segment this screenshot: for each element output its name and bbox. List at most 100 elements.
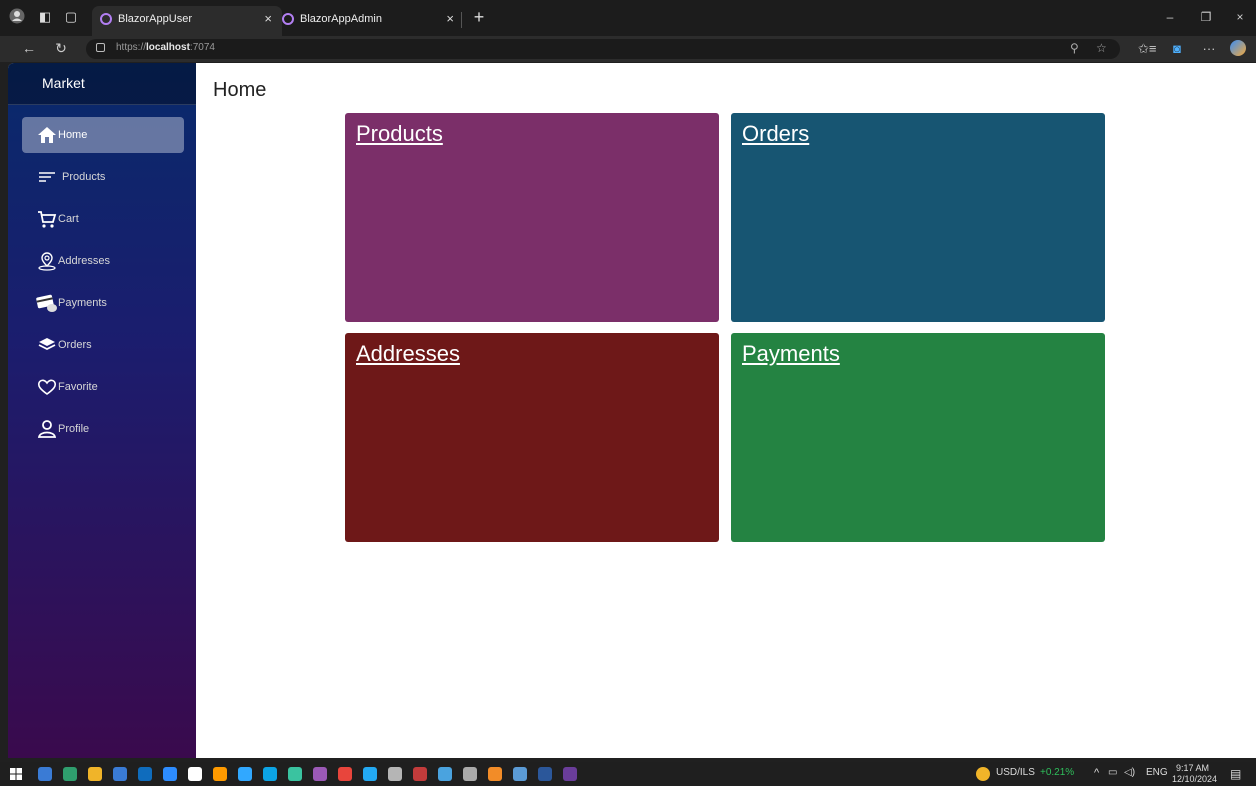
ticker-change: +0.21%	[1040, 767, 1075, 778]
volume-icon[interactable]: ◁)	[1124, 767, 1135, 778]
taskbar-app-icon[interactable]	[113, 767, 127, 781]
sidebar-item-products[interactable]: Products	[22, 159, 184, 195]
taskbar-app-icon[interactable]	[163, 767, 177, 781]
address-bar-row: ← ↻ https://localhost:7074 ⚲ ☆	[0, 36, 1256, 62]
back-button[interactable]: ←	[20, 40, 38, 56]
sidebar-item-label: Addresses	[58, 255, 110, 267]
tray-chevron-icon[interactable]: ^	[1094, 767, 1099, 779]
taskbar-app-icon[interactable]	[88, 767, 102, 781]
clock-time[interactable]: 9:17 AM	[1176, 763, 1209, 773]
clock-date[interactable]: 12/10/2024	[1172, 774, 1217, 784]
tab-blazor-app-admin[interactable]: BlazorAppAdmin ×	[274, 6, 464, 36]
tab-blazor-app-user[interactable]: BlazorAppUser ×	[92, 6, 282, 36]
url-field[interactable]: https://localhost:7074 ⚲ ☆	[86, 39, 1120, 59]
new-tab-button[interactable]: +	[470, 7, 488, 28]
more-options-icon[interactable]: ···	[1200, 41, 1218, 56]
card-payments-link[interactable]: Payments	[742, 341, 840, 367]
taskbar-app-icon[interactable]	[338, 767, 352, 781]
workspaces-icon[interactable]: ◧	[36, 8, 54, 26]
taskbar-app-icon[interactable]	[238, 767, 252, 781]
card-orders-link[interactable]: Orders	[742, 121, 809, 147]
key-icon[interactable]: ⚲	[1070, 41, 1079, 55]
home-icon	[38, 127, 56, 143]
network-icon[interactable]: ▭	[1108, 767, 1117, 778]
taskbar-app-icon[interactable]	[263, 767, 277, 781]
ticker-label[interactable]: USD/ILS	[996, 767, 1035, 778]
card-products[interactable]: Products	[345, 113, 719, 322]
sidebar-item-label: Orders	[58, 339, 92, 351]
refresh-button[interactable]: ↻	[52, 40, 70, 57]
taskbar-app-icon[interactable]	[463, 767, 477, 781]
url-text: https://localhost:7074	[116, 42, 215, 53]
taskbar-app-icon[interactable]	[563, 767, 577, 781]
minimize-button[interactable]: –	[1160, 10, 1180, 24]
layers-icon	[38, 338, 56, 351]
taskbar-app-icon[interactable]	[313, 767, 327, 781]
close-tab-icon[interactable]: ×	[446, 6, 454, 32]
sidebar-item-label: Cart	[58, 213, 79, 225]
tab-bar: ◧ ▢ BlazorAppUser × BlazorAppAdmin × + –…	[0, 0, 1256, 36]
sidebar-item-label: Profile	[58, 423, 90, 435]
sidebar: Market Home Products Cart Addresses Paym	[8, 63, 196, 758]
blazor-favicon-icon	[282, 13, 294, 25]
tab-title: BlazorAppAdmin	[300, 13, 382, 25]
language-indicator[interactable]: ENG	[1146, 767, 1168, 778]
taskbar-app-icon[interactable]	[388, 767, 402, 781]
brand-row: Market	[8, 63, 196, 105]
sidebar-item-label: Home	[58, 129, 88, 141]
taskbar-app-icon[interactable]	[188, 767, 202, 781]
sidebar-item-label: Products	[62, 171, 106, 183]
favorite-star-icon[interactable]: ☆	[1096, 41, 1107, 55]
brand-title[interactable]: Market	[42, 75, 85, 91]
card-addresses-link[interactable]: Addresses	[356, 341, 460, 367]
favorites-icon[interactable]: ✩≡	[1138, 41, 1156, 57]
taskbar: USD/ILS +0.21% ^ ▭ ◁) ENG 9:17 AM 12/10/…	[0, 762, 1256, 786]
card-products-link[interactable]: Products	[356, 121, 443, 147]
browser-window: ◧ ▢ BlazorAppUser × BlazorAppAdmin × + –…	[0, 0, 1256, 762]
page-title: Home	[213, 79, 267, 101]
sidebar-item-favorite[interactable]: Favorite	[22, 369, 184, 405]
sidebar-item-addresses[interactable]: Addresses	[22, 243, 184, 279]
sidebar-item-home[interactable]: Home	[22, 117, 184, 153]
ticker-icon	[976, 767, 990, 781]
taskbar-app-icon[interactable]	[513, 767, 527, 781]
close-tab-icon[interactable]: ×	[264, 6, 272, 32]
blazor-favicon-icon	[100, 13, 112, 25]
sidebar-item-orders[interactable]: Orders	[22, 327, 184, 363]
taskbar-app-icon[interactable]	[363, 767, 377, 781]
card-payments[interactable]: Payments	[731, 333, 1105, 542]
list-icon	[39, 172, 55, 182]
tab-title: BlazorAppUser	[118, 13, 192, 25]
web-page: Market Home Products Cart Addresses Paym	[8, 63, 1256, 758]
tab-separator	[461, 12, 462, 28]
profile-icon[interactable]	[8, 8, 26, 26]
sidebar-item-payments[interactable]: Payments	[22, 285, 184, 321]
taskbar-app-icon[interactable]	[38, 767, 52, 781]
restore-button[interactable]: ❐	[1196, 10, 1216, 24]
edge-icon[interactable]: ◙	[1168, 41, 1186, 56]
windows-start-icon[interactable]	[10, 768, 22, 780]
taskbar-app-icon[interactable]	[413, 767, 427, 781]
taskbar-app-icon[interactable]	[63, 767, 77, 781]
card-addresses[interactable]: Addresses	[345, 333, 719, 542]
taskbar-app-icon[interactable]	[213, 767, 227, 781]
user-icon	[37, 420, 57, 438]
map-pin-icon	[38, 252, 56, 271]
close-window-button[interactable]: ×	[1230, 10, 1250, 24]
copilot-icon[interactable]	[1230, 40, 1246, 56]
sidebar-item-profile[interactable]: Profile	[22, 411, 184, 447]
taskbar-app-icon[interactable]	[438, 767, 452, 781]
lock-icon	[96, 43, 105, 52]
taskbar-app-icon[interactable]	[138, 767, 152, 781]
tab-actions-icon[interactable]: ▢	[62, 8, 80, 26]
taskbar-app-icon[interactable]	[288, 767, 302, 781]
sidebar-item-cart[interactable]: Cart	[22, 201, 184, 237]
taskbar-app-icon[interactable]	[488, 767, 502, 781]
notification-icon[interactable]: ▤	[1230, 767, 1241, 781]
credit-card-icon	[36, 294, 57, 312]
cart-icon	[38, 211, 57, 228]
sidebar-item-label: Favorite	[58, 381, 98, 393]
taskbar-app-icon[interactable]	[538, 767, 552, 781]
card-orders[interactable]: Orders	[731, 113, 1105, 322]
heart-icon	[37, 379, 57, 395]
